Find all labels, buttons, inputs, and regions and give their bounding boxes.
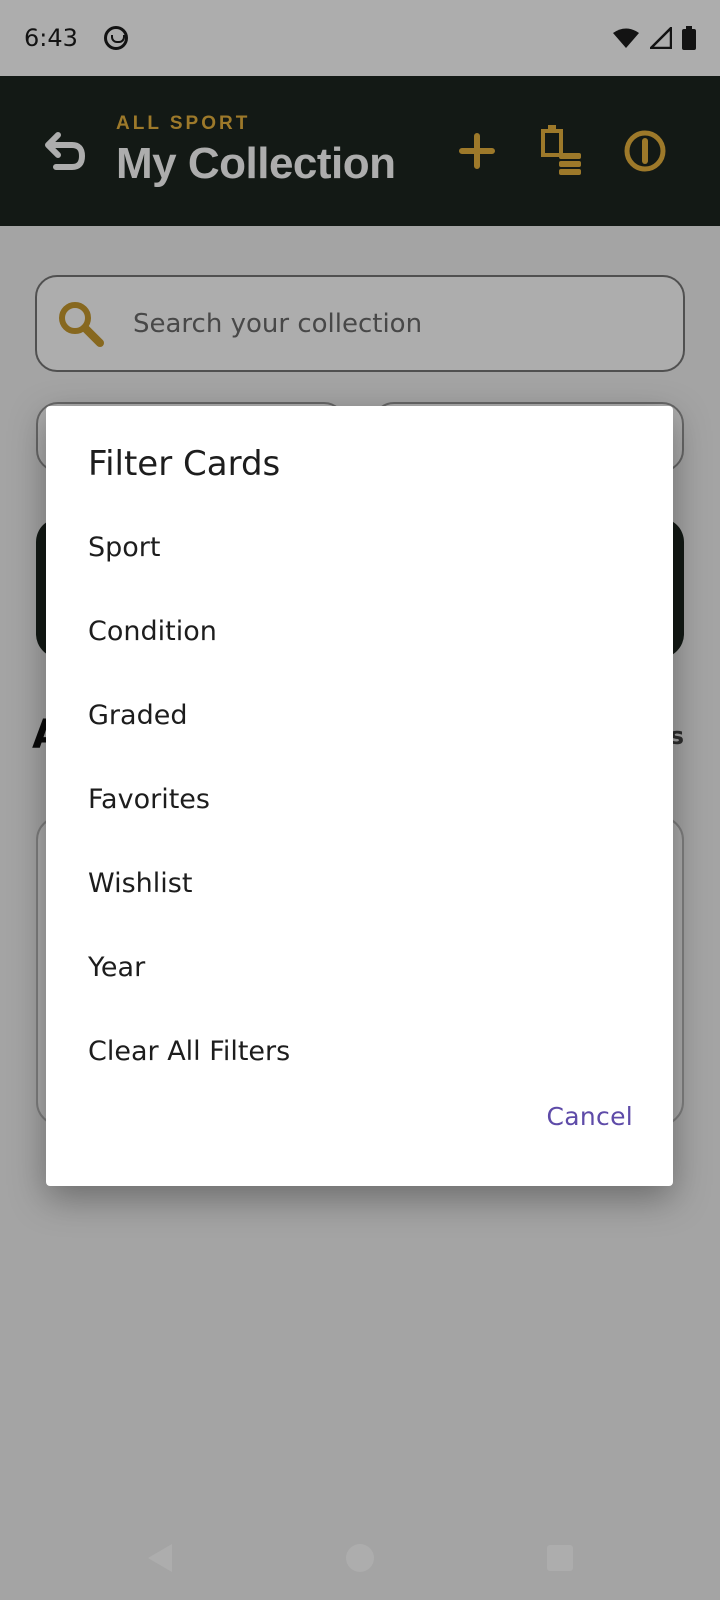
nav-bar-scrim: [0, 1515, 720, 1600]
dialog-title: Filter Cards: [88, 444, 281, 484]
filter-option-sport[interactable]: Sport: [46, 506, 673, 590]
filter-option-favorites[interactable]: Favorites: [46, 758, 673, 842]
cancel-button[interactable]: Cancel: [547, 1102, 634, 1131]
filter-options-list: Sport Condition Graded Favorites Wishlis…: [46, 506, 673, 1094]
filter-dialog: Filter Cards Sport Condition Graded Favo…: [46, 406, 673, 1186]
clear-all-filters-option[interactable]: Clear All Filters: [46, 1010, 673, 1094]
filter-option-wishlist[interactable]: Wishlist: [46, 842, 673, 926]
filter-option-condition[interactable]: Condition: [46, 590, 673, 674]
filter-option-year[interactable]: Year: [46, 926, 673, 1010]
filter-option-graded[interactable]: Graded: [46, 674, 673, 758]
